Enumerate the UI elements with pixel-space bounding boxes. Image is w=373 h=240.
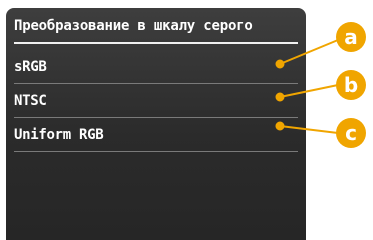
callout-dot-a	[275, 59, 285, 69]
callout-dot-b	[275, 92, 285, 102]
callout-lines	[275, 39, 339, 134]
callout-badge-b: b	[336, 70, 366, 100]
callout-badge-a: a	[336, 22, 366, 52]
callout-line-c	[279, 125, 339, 134]
callout-badge-c: c	[336, 118, 366, 148]
callout-line-b	[279, 84, 339, 98]
callout-line-a	[279, 39, 339, 65]
callout-dot-c	[275, 121, 285, 131]
